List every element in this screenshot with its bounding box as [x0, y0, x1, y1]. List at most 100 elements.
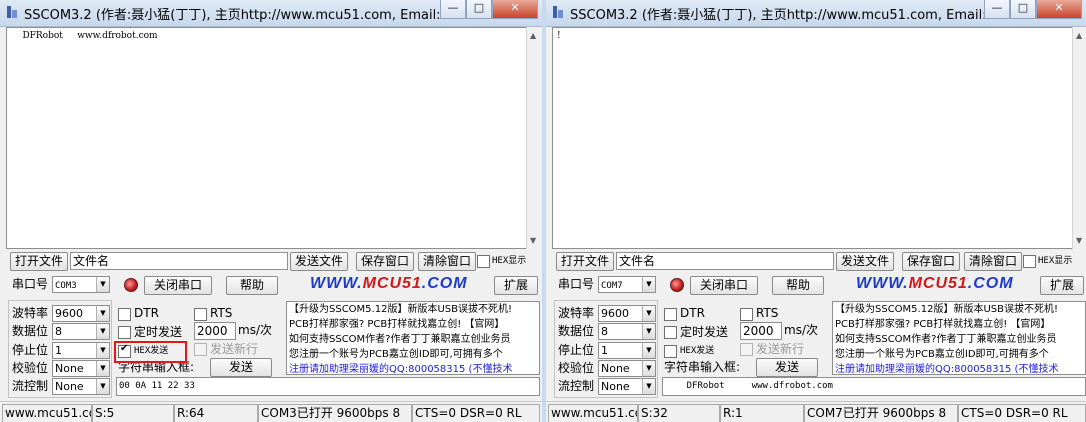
status-site[interactable]: www.mcu51.cor: [2, 404, 92, 422]
flow-select[interactable]: None ▼: [52, 378, 110, 395]
file-name-field[interactable]: 文件名: [616, 252, 834, 270]
close-icon[interactable]: ✕: [492, 0, 538, 19]
rts-checkbox[interactable]: [740, 308, 753, 321]
port-select[interactable]: COM7 ▼: [598, 276, 656, 293]
title-bar[interactable]: SSCOM3.2 (作者:聂小猛(丁丁), 主页http://www.mcu51…: [0, 0, 542, 27]
chevron-down-icon: ▼: [642, 343, 655, 358]
info-link[interactable]: 注册请加助理梁丽媛的QQ:800058315 (不懂技术: [287, 362, 539, 374]
file-name-field[interactable]: 文件名: [70, 252, 288, 270]
chevron-down-icon: ▼: [96, 306, 109, 321]
minimize-icon[interactable]: —: [984, 0, 1010, 19]
parity-select[interactable]: None ▼: [52, 360, 110, 377]
scroll-down-icon[interactable]: ▼: [530, 236, 536, 245]
input-label: 字符串输入框:: [664, 360, 741, 374]
interval-input[interactable]: 2000: [740, 322, 782, 340]
flow-select[interactable]: None ▼: [598, 378, 656, 395]
parity-select[interactable]: None ▼: [598, 360, 656, 377]
receive-text: !: [557, 31, 561, 41]
open-file-button[interactable]: 打开文件: [556, 252, 614, 271]
minimize-icon[interactable]: —: [440, 0, 466, 19]
sscom-app-icon: [7, 6, 17, 18]
clear-window-button[interactable]: 清除窗口: [418, 252, 476, 271]
status-site[interactable]: www.mcu51.com: [548, 404, 638, 422]
save-window-button[interactable]: 保存窗口: [902, 252, 960, 271]
port-label: 串口号: [558, 277, 595, 291]
send-newline-checkbox[interactable]: [740, 343, 753, 356]
scroll-up-icon[interactable]: ▲: [1076, 31, 1082, 40]
send-file-button[interactable]: 发送文件: [290, 252, 348, 271]
dtr-checkbox[interactable]: [664, 308, 677, 321]
interval-input[interactable]: 2000: [194, 322, 236, 340]
receive-scrollbar[interactable]: ▲ ▼: [526, 27, 542, 249]
help-button[interactable]: 帮助: [226, 276, 278, 295]
dtr-checkbox[interactable]: [118, 308, 131, 321]
title-bar[interactable]: SSCOM3.2 (作者:聂小猛(丁丁), 主页http://www.mcu51…: [546, 0, 1086, 27]
receive-scrollbar[interactable]: ▲ ▼: [1072, 27, 1086, 249]
chevron-down-icon: ▼: [642, 379, 655, 394]
parity-label: 校验位: [12, 361, 49, 375]
sscom-app-icon: [553, 6, 563, 18]
status-bar: www.mcu51.cor S:5 R:64 COM3已打开 9600bps 8…: [0, 401, 542, 422]
send-file-button[interactable]: 发送文件: [836, 252, 894, 271]
hex-send-checkbox[interactable]: [664, 345, 677, 358]
send-button[interactable]: 发送: [210, 358, 272, 377]
send-text-input[interactable]: DFRobot www.dfrobot.com: [662, 377, 1086, 396]
info-box[interactable]: 【升级为SSCOM5.12版】新版本USB误拔不死机! PCB打样那家强? PC…: [832, 301, 1086, 375]
status-sent: S:5: [92, 404, 174, 422]
help-button[interactable]: 帮助: [772, 276, 824, 295]
info-box[interactable]: 【升级为SSCOM5.12版】新版本USB误拔不死机! PCB打样那家强? PC…: [286, 301, 540, 375]
close-icon[interactable]: ✕: [1036, 0, 1082, 19]
rts-label: RTS: [210, 306, 233, 320]
scroll-up-icon[interactable]: ▲: [530, 31, 536, 40]
close-port-button[interactable]: 关闭串口: [144, 276, 212, 295]
info-link[interactable]: 注册请加助理梁丽媛的QQ:800058315 (不懂技术: [833, 362, 1085, 374]
receive-area[interactable]: DFRobot www.dfrobot.com: [6, 27, 528, 249]
chevron-down-icon: ▼: [642, 306, 655, 321]
port-select[interactable]: COM3 ▼: [52, 276, 110, 293]
send-newline-checkbox[interactable]: [194, 343, 207, 356]
maximize-icon[interactable]: □: [466, 0, 492, 19]
timed-send-checkbox[interactable]: [118, 326, 131, 339]
info-line: 您注册一个账号为PCB嘉立创ID即可,可拥有多个: [289, 349, 503, 360]
port-status-led-icon: [670, 278, 684, 292]
expand-button[interactable]: 扩展: [494, 276, 538, 295]
hex-display-checkbox[interactable]: [477, 255, 490, 268]
info-line: 您注册一个账号为PCB嘉立创ID即可,可拥有多个: [835, 349, 1049, 360]
baud-select[interactable]: 9600 ▼: [52, 305, 110, 322]
receive-area[interactable]: !: [552, 27, 1074, 249]
send-text-input[interactable]: 00 0A 11 22 33: [116, 377, 540, 396]
mcu51-logo[interactable]: WWW.MCU51.COM: [310, 275, 468, 293]
mcu51-logo[interactable]: WWW.MCU51.COM: [856, 275, 1014, 293]
databits-select[interactable]: 8 ▼: [598, 323, 656, 340]
chevron-down-icon: ▼: [642, 361, 655, 376]
open-file-button[interactable]: 打开文件: [10, 252, 68, 271]
rts-checkbox[interactable]: [194, 308, 207, 321]
timed-send-checkbox[interactable]: [664, 326, 677, 339]
interval-unit-label: ms/次: [238, 323, 272, 337]
stopbits-select[interactable]: 1 ▼: [52, 342, 110, 359]
timed-send-label: 定时发送: [680, 325, 729, 339]
databits-label: 数据位: [558, 324, 595, 338]
window-title: SSCOM3.2 (作者:聂小猛(丁丁), 主页http://www.mcu51…: [570, 8, 1023, 23]
flow-label: 流控制: [558, 379, 595, 393]
status-received: R:1: [720, 404, 804, 422]
status-port-state: COM3已打开 9600bps 8: [258, 404, 412, 422]
scroll-down-icon[interactable]: ▼: [1076, 236, 1082, 245]
hex-display-checkbox[interactable]: [1023, 255, 1036, 268]
send-newline-label: 发送新行: [756, 342, 805, 356]
close-port-button[interactable]: 关闭串口: [690, 276, 758, 295]
baud-select[interactable]: 9600 ▼: [598, 305, 656, 322]
dtr-label: DTR: [134, 306, 159, 320]
expand-button[interactable]: 扩展: [1040, 276, 1084, 295]
info-line: PCB打样那家强? PCB打样就找嘉立创! 【官网】: [289, 319, 505, 330]
maximize-icon[interactable]: □: [1010, 0, 1036, 19]
flow-label: 流控制: [12, 379, 49, 393]
send-button[interactable]: 发送: [756, 358, 818, 377]
stopbits-select[interactable]: 1 ▼: [598, 342, 656, 359]
clear-window-button[interactable]: 清除窗口: [964, 252, 1022, 271]
info-line: 如何支持SSCOM作者?作者丁丁兼职嘉立创业务员: [835, 334, 1057, 345]
stopbits-label: 停止位: [558, 343, 595, 357]
databits-select[interactable]: 8 ▼: [52, 323, 110, 340]
save-window-button[interactable]: 保存窗口: [356, 252, 414, 271]
info-line: 【升级为SSCOM5.12版】新版本USB误拔不死机!: [835, 304, 1058, 315]
